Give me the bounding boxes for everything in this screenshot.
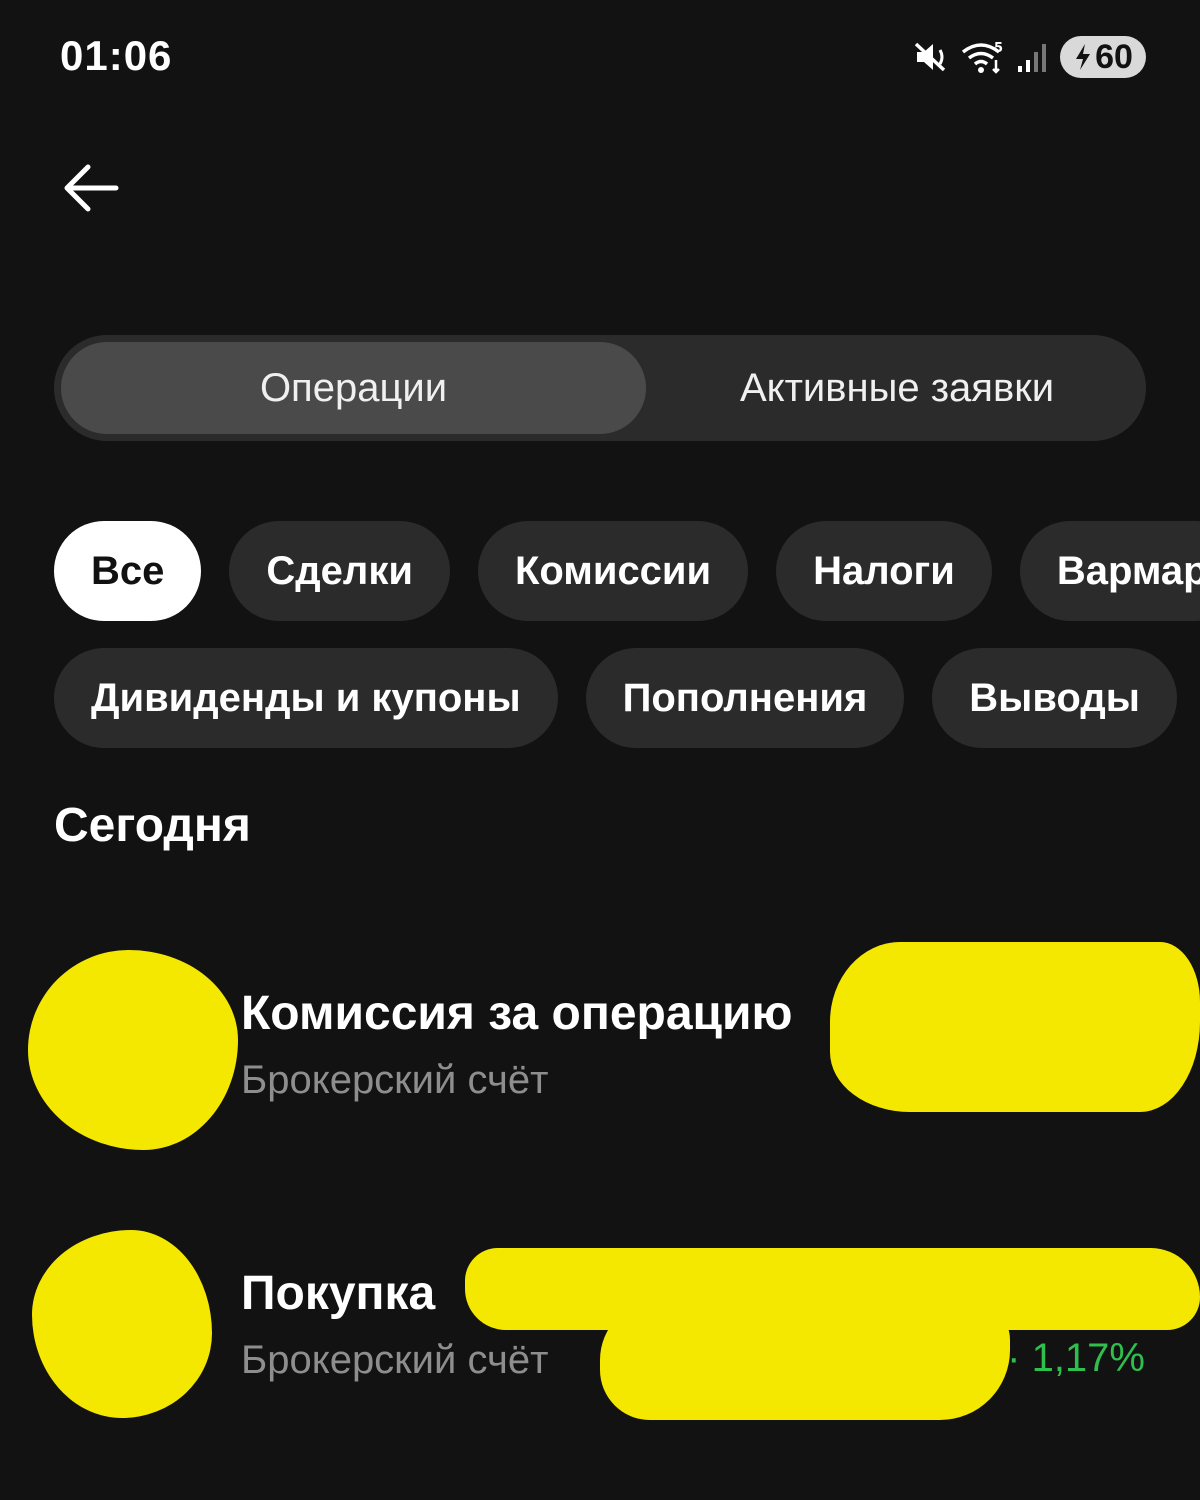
- back-button[interactable]: [60, 155, 130, 225]
- operation-list-item[interactable]: Покупка Брокерский счёт · 1,17%: [0, 1230, 1200, 1430]
- avatar-redacted: [28, 950, 238, 1150]
- operation-title: Комиссия за операцию: [241, 987, 793, 1040]
- filter-chip-taxes[interactable]: Налоги: [776, 521, 992, 621]
- status-time: 01:06: [60, 32, 173, 79]
- tab-operations[interactable]: Операции: [61, 342, 646, 434]
- tab-active-orders[interactable]: Активные заявки: [654, 342, 1140, 434]
- filter-chip-deposits[interactable]: Пополнения: [585, 648, 905, 748]
- avatar-redacted: [32, 1230, 212, 1418]
- filter-chip-commissions[interactable]: Комиссии: [477, 521, 749, 621]
- filter-chip-deals[interactable]: Сделки: [229, 521, 450, 621]
- arrow-left-icon: [60, 162, 120, 219]
- status-bar: 01:06 5 60: [0, 0, 1200, 110]
- battery-level: 60: [1095, 37, 1133, 76]
- operation-change-percent: · 1,17%: [1007, 1336, 1145, 1380]
- operation-list-item[interactable]: Комиссия за операцию Брокерский счёт: [0, 942, 1200, 1150]
- filter-chip-all[interactable]: Все: [54, 521, 202, 621]
- mute-icon: [912, 38, 950, 76]
- filter-chips-row: Дивиденды и купоны Пополнения Выводы: [54, 648, 1177, 748]
- signal-icon: [1016, 38, 1050, 76]
- charging-bolt-icon: [1073, 42, 1093, 72]
- filter-chip-withdrawals[interactable]: Выводы: [932, 648, 1177, 748]
- operation-subtitle: Брокерский счёт: [241, 1058, 549, 1102]
- amount-redacted: [600, 1300, 1010, 1420]
- operation-title: Покупка: [241, 1267, 436, 1320]
- status-icons: 5 60: [912, 34, 1146, 80]
- filter-chips-row: Все Сделки Комиссии Налоги Вармар: [54, 521, 1200, 621]
- amount-redacted: [830, 942, 1200, 1112]
- filter-chip-dividends[interactable]: Дивиденды и купоны: [54, 648, 558, 748]
- operation-subtitle: Брокерский счёт: [241, 1338, 549, 1382]
- operations-segmented-control: Операции Активные заявки: [54, 335, 1146, 441]
- filter-chip-margin[interactable]: Вармар: [1019, 521, 1200, 621]
- wifi-icon: 5: [960, 38, 1006, 76]
- battery-indicator: 60: [1060, 36, 1146, 78]
- svg-text:5: 5: [994, 41, 1003, 56]
- section-title-today: Сегодня: [54, 799, 251, 852]
